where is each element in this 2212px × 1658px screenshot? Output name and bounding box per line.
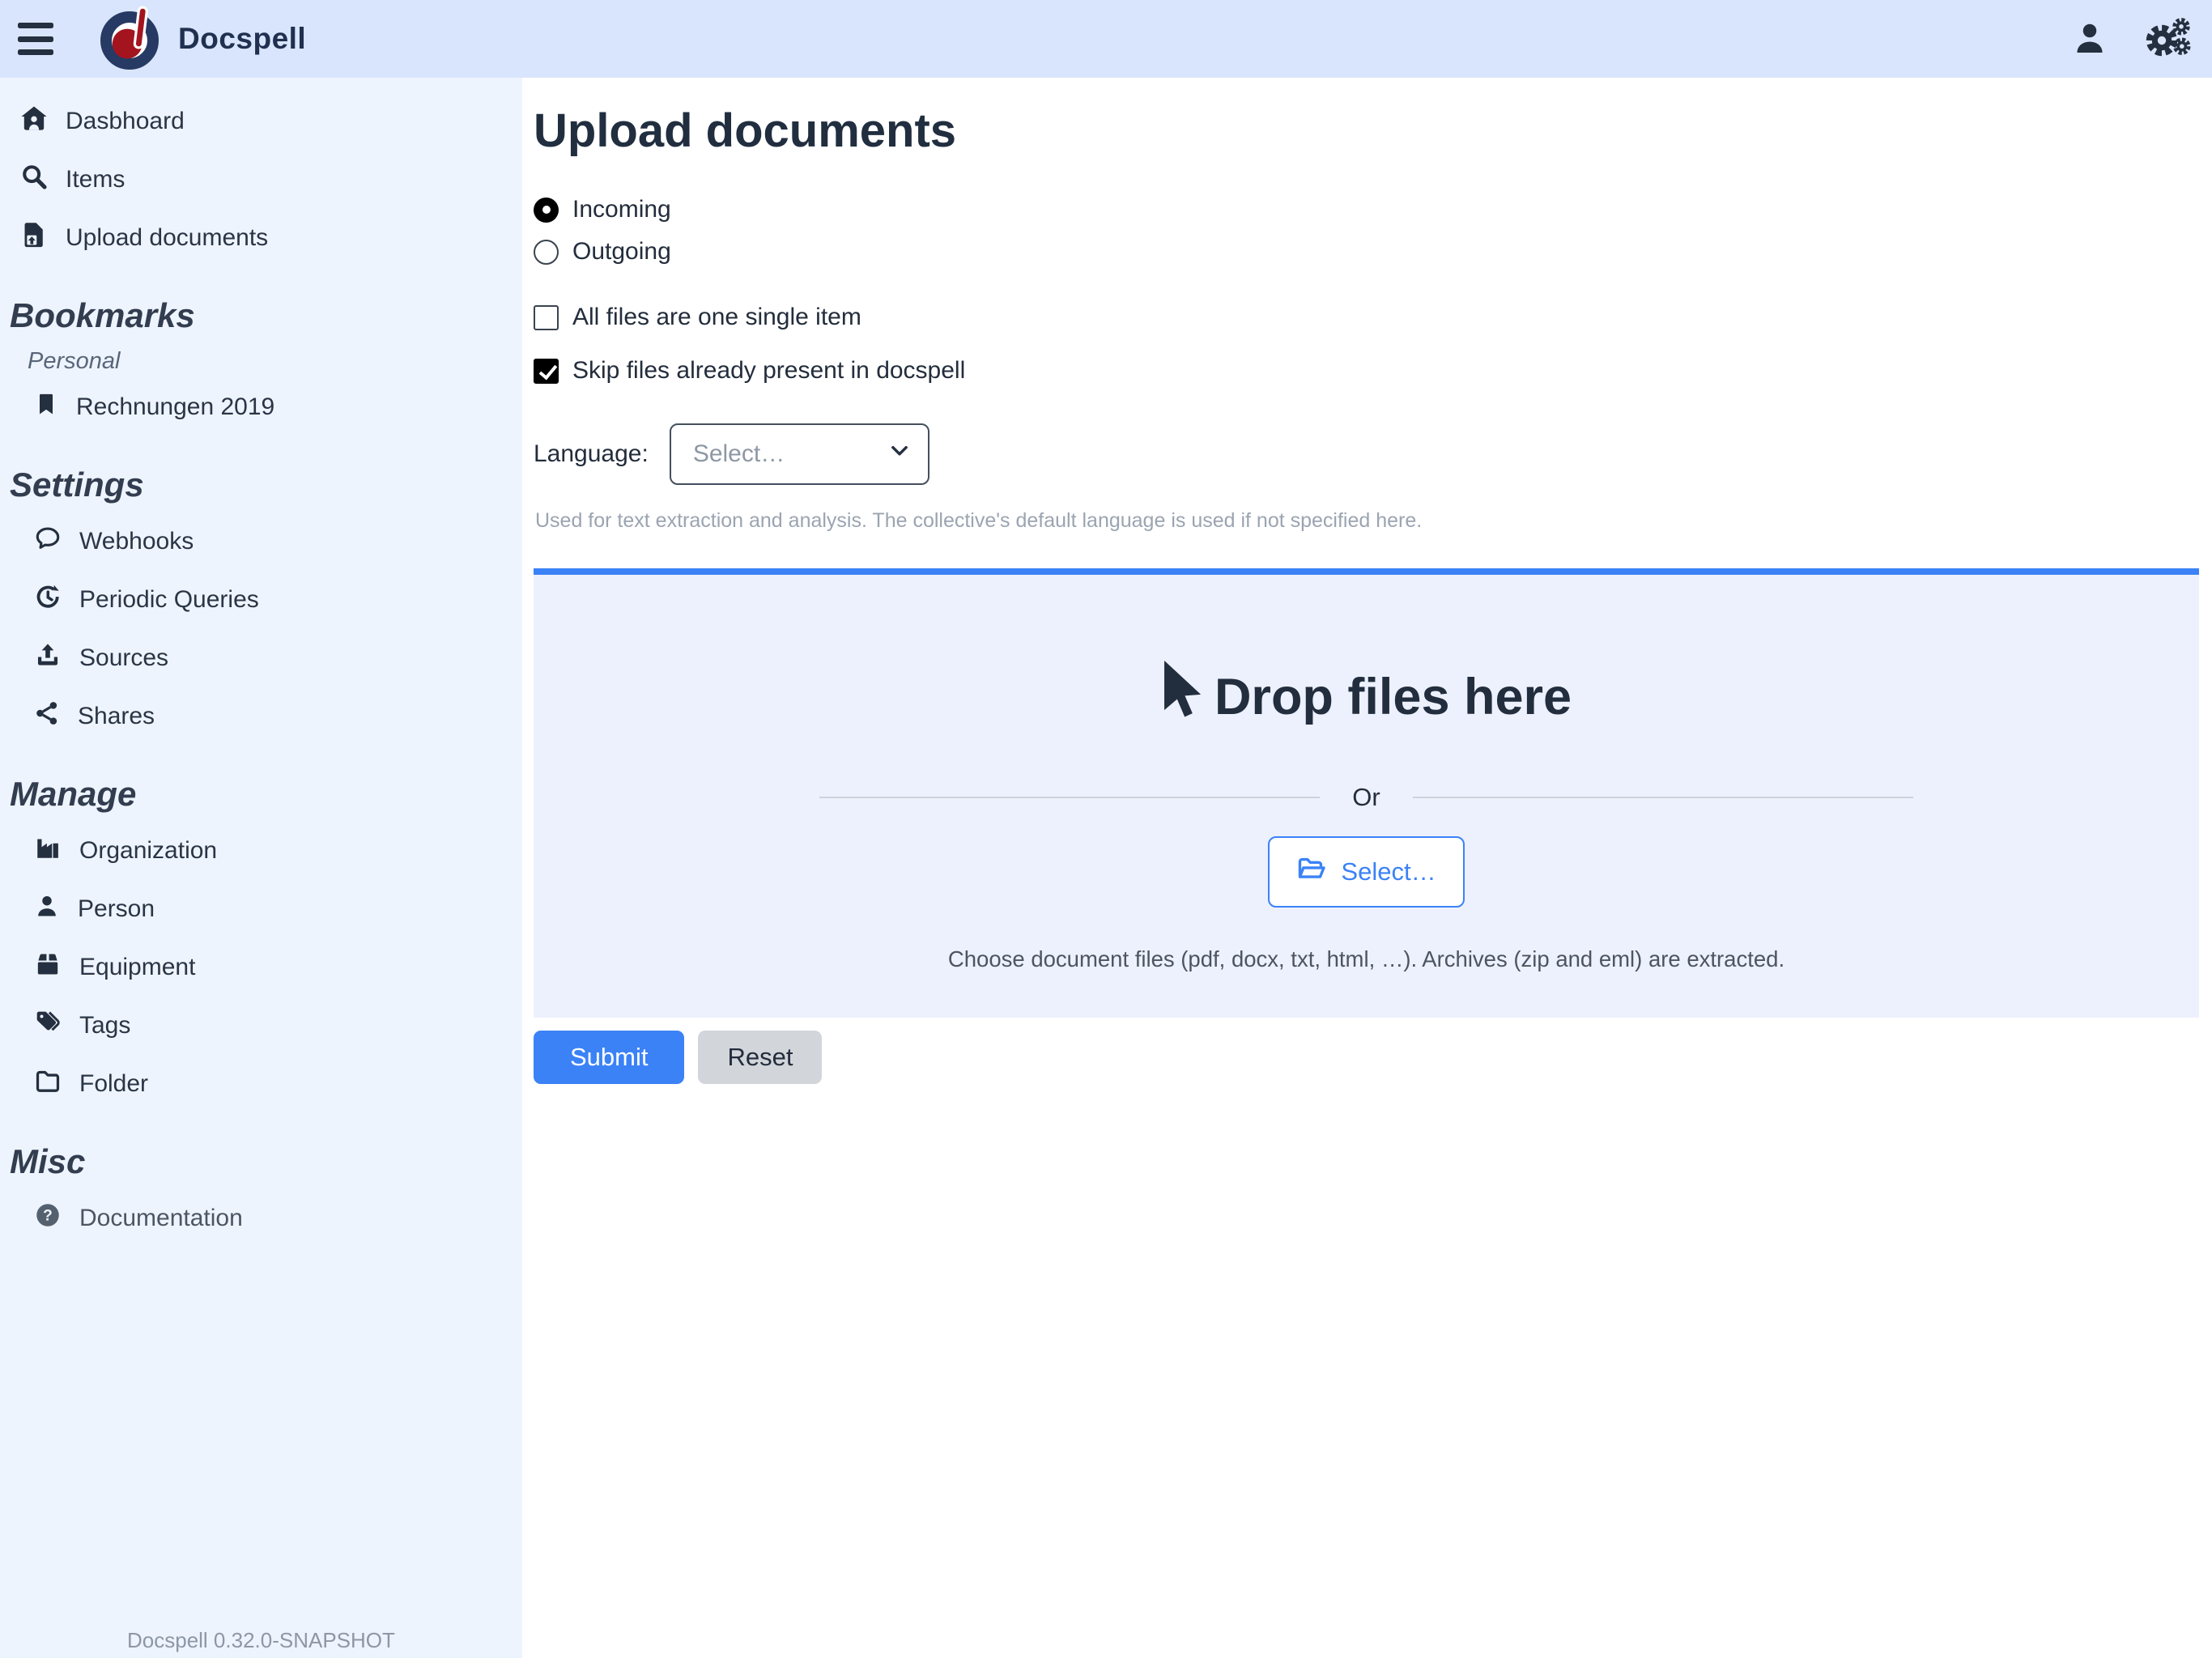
sidebar-item-label: Periodic Queries bbox=[79, 586, 259, 614]
menu-icon bbox=[18, 23, 53, 28]
submit-button[interactable]: Submit bbox=[534, 1031, 684, 1084]
radio-incoming[interactable]: Incoming bbox=[534, 193, 2199, 226]
app-root: Docspell bbox=[0, 0, 2212, 1658]
svg-text:?: ? bbox=[43, 1208, 53, 1225]
sidebar-item-label: Rechnungen 2019 bbox=[76, 393, 274, 421]
docspell-logo-icon bbox=[99, 5, 164, 73]
comment-icon bbox=[34, 525, 62, 559]
language-help-text: Used for text extraction and analysis. T… bbox=[535, 509, 2199, 533]
dropzone[interactable]: Drop files here Or Select… bbox=[534, 568, 2199, 1018]
industry-icon bbox=[34, 834, 62, 868]
sidebar-section-bookmarks: Bookmarks bbox=[10, 296, 522, 335]
sidebar-item-documentation[interactable]: ? Documentation bbox=[0, 1189, 522, 1248]
select-files-label: Select… bbox=[1341, 857, 1436, 886]
house-user-icon bbox=[20, 104, 48, 138]
dropzone-hint: Choose document files (pdf, docx, txt, h… bbox=[550, 946, 2183, 972]
account-menu-button[interactable] bbox=[2071, 19, 2108, 59]
bookmark-icon bbox=[34, 391, 58, 423]
upload-icon bbox=[34, 641, 62, 675]
folder-icon bbox=[34, 1067, 62, 1101]
page-title: Upload documents bbox=[534, 104, 2199, 158]
folder-open-icon bbox=[1296, 855, 1327, 889]
history-icon bbox=[34, 583, 62, 617]
cursor-arrow-icon bbox=[1161, 661, 1202, 733]
box-icon bbox=[34, 950, 62, 984]
radio-incoming-label: Incoming bbox=[572, 196, 671, 223]
sidebar-item-sources[interactable]: Sources bbox=[0, 629, 522, 687]
dropzone-headline: Drop files here bbox=[1214, 668, 1572, 726]
language-select[interactable]: Select… bbox=[670, 423, 929, 485]
question-circle-icon: ? bbox=[34, 1201, 62, 1235]
sidebar-section-manage: Manage bbox=[10, 775, 522, 814]
sidebar-item-periodic-queries[interactable]: Periodic Queries bbox=[0, 571, 522, 629]
checkbox-single-item-label: All files are one single item bbox=[572, 304, 861, 331]
bookmark-group-personal: Personal bbox=[28, 348, 522, 375]
radio-incoming-control[interactable] bbox=[534, 198, 559, 223]
topbar: Docspell bbox=[0, 0, 2212, 78]
sidebar-item-label: Shares bbox=[78, 703, 155, 730]
radio-outgoing[interactable]: Outgoing bbox=[534, 236, 2199, 268]
sidebar-item-label: Equipment bbox=[79, 954, 195, 981]
sidebar-item-bookmark-rechnungen-2019[interactable]: Rechnungen 2019 bbox=[0, 378, 522, 436]
sidebar-item-label: Webhooks bbox=[79, 528, 194, 555]
language-select-placeholder: Select… bbox=[693, 440, 785, 468]
checkbox-skip-duplicates-label: Skip files already present in docspell bbox=[572, 357, 965, 385]
checkbox-skip-duplicates-control[interactable] bbox=[534, 359, 559, 384]
sidebar-item-label: Items bbox=[66, 166, 125, 193]
sidebar: Dasbhoard Items bbox=[0, 78, 522, 1658]
app-home-link[interactable]: Docspell bbox=[99, 5, 306, 73]
sidebar-item-label: Documentation bbox=[79, 1205, 243, 1232]
or-divider: Or bbox=[819, 783, 1913, 812]
app-title: Docspell bbox=[178, 22, 306, 56]
sidebar-item-shares[interactable]: Shares bbox=[0, 687, 522, 746]
sidebar-item-label: Sources bbox=[79, 644, 168, 672]
sidebar-item-person[interactable]: Person bbox=[0, 880, 522, 938]
sidebar-item-tags[interactable]: Tags bbox=[0, 997, 522, 1055]
sidebar-item-label: Upload documents bbox=[66, 224, 268, 252]
search-icon bbox=[20, 163, 48, 197]
sidebar-item-equipment[interactable]: Equipment bbox=[0, 938, 522, 997]
sidebar-item-dashboard[interactable]: Dasbhoard bbox=[0, 92, 522, 151]
checkbox-single-item[interactable]: All files are one single item bbox=[534, 304, 2199, 331]
sidebar-item-label: Folder bbox=[79, 1070, 148, 1098]
direction-radio-group: Incoming Outgoing bbox=[534, 193, 2199, 268]
sidebar-item-organization[interactable]: Organization bbox=[0, 822, 522, 880]
checkbox-skip-duplicates[interactable]: Skip files already present in docspell bbox=[534, 357, 2199, 385]
radio-outgoing-label: Outgoing bbox=[572, 238, 671, 266]
or-label: Or bbox=[1320, 783, 1412, 812]
sidebar-item-upload-documents[interactable]: Upload documents bbox=[0, 209, 522, 267]
select-files-button[interactable]: Select… bbox=[1268, 836, 1464, 908]
user-icon bbox=[2071, 19, 2108, 59]
sidebar-section-settings: Settings bbox=[10, 466, 522, 504]
menu-toggle-button[interactable] bbox=[18, 23, 53, 55]
gears-icon bbox=[2146, 18, 2191, 61]
reset-button[interactable]: Reset bbox=[698, 1031, 822, 1084]
file-upload-icon bbox=[20, 221, 48, 255]
sidebar-item-label: Tags bbox=[79, 1012, 130, 1039]
sidebar-item-label: Person bbox=[78, 895, 155, 923]
chevron-down-icon bbox=[889, 440, 910, 468]
language-label: Language: bbox=[534, 440, 649, 468]
sidebar-item-items[interactable]: Items bbox=[0, 151, 522, 209]
sidebar-item-webhooks[interactable]: Webhooks bbox=[0, 512, 522, 571]
sidebar-section-misc: Misc bbox=[10, 1142, 522, 1181]
main-content: Upload documents Incoming Outgoing All f… bbox=[522, 78, 2212, 1658]
sidebar-item-folder[interactable]: Folder bbox=[0, 1055, 522, 1113]
person-icon bbox=[34, 893, 60, 925]
app-version: Docspell 0.32.0-SNAPSHOT bbox=[127, 1628, 395, 1653]
share-nodes-icon bbox=[34, 700, 60, 733]
sidebar-item-label: Dasbhoard bbox=[66, 108, 185, 135]
settings-menu-button[interactable] bbox=[2146, 18, 2191, 61]
tags-icon bbox=[34, 1009, 62, 1043]
radio-outgoing-control[interactable] bbox=[534, 240, 559, 265]
checkbox-single-item-control[interactable] bbox=[534, 305, 559, 330]
sidebar-item-label: Organization bbox=[79, 837, 217, 865]
